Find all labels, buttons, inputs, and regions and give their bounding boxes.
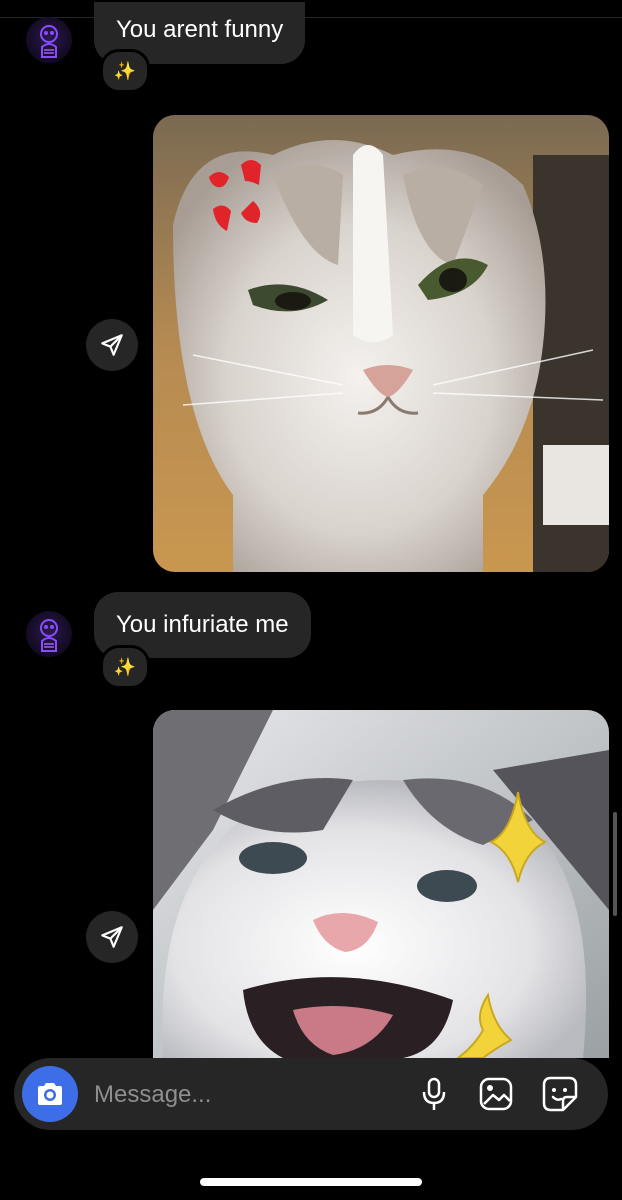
voice-message-button[interactable]: [414, 1074, 454, 1114]
home-indicator: [200, 1178, 422, 1186]
camera-icon: [38, 1083, 62, 1105]
photo-message[interactable]: [153, 710, 609, 1058]
angry-cat-image: [153, 115, 609, 572]
scrollbar[interactable]: [613, 812, 617, 916]
sender-avatar[interactable]: [26, 17, 72, 63]
message-reaction[interactable]: ✨: [100, 645, 150, 689]
avatar-skeleton-icon: [40, 25, 58, 58]
avatar-skeleton-icon: [40, 619, 58, 652]
message-text: You infuriate me: [116, 611, 289, 638]
gallery-icon: [479, 1077, 513, 1111]
send-icon: [101, 334, 123, 356]
send-icon: [101, 926, 123, 948]
share-button[interactable]: [86, 319, 138, 371]
message-composer: [14, 1058, 608, 1130]
microphone-icon: [422, 1077, 446, 1110]
sticker-button[interactable]: [540, 1074, 580, 1114]
sender-avatar[interactable]: [26, 611, 72, 657]
photo-message[interactable]: [153, 115, 609, 572]
message-input[interactable]: [92, 1076, 396, 1114]
share-button[interactable]: [86, 911, 138, 963]
message-reaction[interactable]: ✨: [100, 49, 150, 93]
sparkles-icon: ✨: [113, 60, 137, 81]
sticker-icon: [542, 1076, 578, 1112]
camera-button[interactable]: [22, 1066, 78, 1122]
sparkles-icon: ✨: [113, 656, 137, 677]
message-text: You arent funny: [116, 16, 284, 43]
screaming-kitten-image: [153, 710, 609, 1058]
gallery-button[interactable]: [476, 1074, 516, 1114]
